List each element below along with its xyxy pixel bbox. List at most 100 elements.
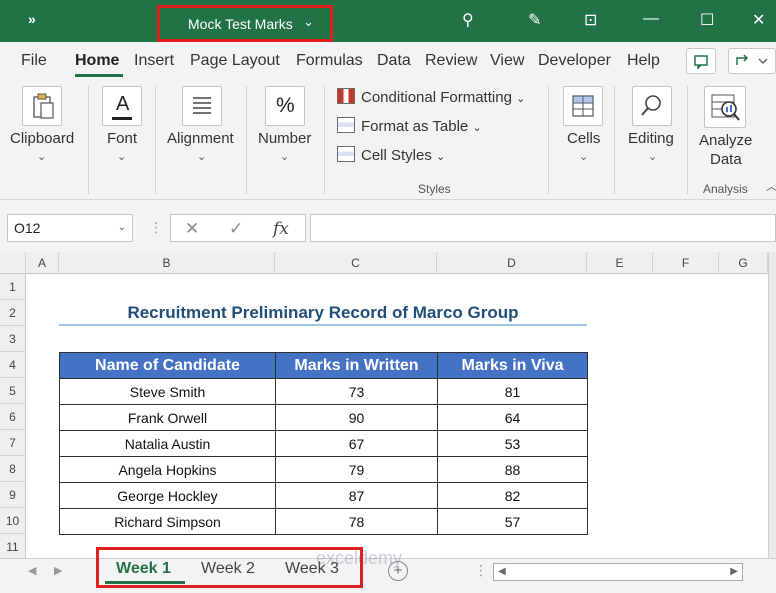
table-cell[interactable]: Richard Simpson xyxy=(59,508,276,535)
table-cell[interactable]: 81 xyxy=(437,378,588,405)
alignment-icon[interactable] xyxy=(182,86,222,126)
collapse-ribbon-icon[interactable]: ︿ xyxy=(766,178,776,194)
column-header[interactable]: B xyxy=(59,252,275,274)
table-cell[interactable]: 87 xyxy=(275,482,438,509)
table-header-cell[interactable]: Marks in Written xyxy=(275,352,438,379)
editing-label[interactable]: Editing xyxy=(628,130,674,147)
tab-review[interactable]: Review xyxy=(425,52,477,70)
table-cell[interactable]: 73 xyxy=(275,378,438,405)
close-icon[interactable]: ✕ xyxy=(752,10,765,30)
confirm-edit-icon[interactable]: ✓ xyxy=(229,219,243,239)
column-header[interactable]: E xyxy=(587,252,653,274)
column-header[interactable]: C xyxy=(275,252,437,274)
tab-data[interactable]: Data xyxy=(377,52,411,70)
alignment-dropdown-icon[interactable]: ⌄ xyxy=(197,150,206,163)
column-header[interactable]: D xyxy=(437,252,587,274)
clipboard-dropdown-icon[interactable]: ⌄ xyxy=(37,150,46,163)
formula-input[interactable] xyxy=(310,214,776,242)
row-header[interactable]: 11 xyxy=(0,534,26,560)
tab-page-layout[interactable]: Page Layout xyxy=(190,52,280,70)
analyze-data-label[interactable]: Analyze xyxy=(699,132,752,149)
scroll-right-icon[interactable]: ▶ xyxy=(730,566,738,577)
font-label[interactable]: Font xyxy=(107,130,137,147)
editing-dropdown-icon[interactable]: ⌄ xyxy=(648,150,657,163)
row-header[interactable]: 9 xyxy=(0,482,26,508)
tab-split-grip-icon[interactable]: ⋮ xyxy=(474,562,488,579)
title-dropdown-icon[interactable]: ⌄ xyxy=(303,14,314,30)
column-header[interactable]: G xyxy=(719,252,768,274)
row-header[interactable]: 10 xyxy=(0,508,26,534)
previous-sheet-icon[interactable]: ◀ xyxy=(28,564,36,577)
table-cell[interactable]: Angela Hopkins xyxy=(59,456,276,483)
cell-styles-button[interactable]: Cell Styles ⌄ xyxy=(337,146,445,164)
table-cell[interactable]: 64 xyxy=(437,404,588,431)
clipboard-label[interactable]: Clipboard xyxy=(10,130,74,147)
editing-icon[interactable] xyxy=(632,86,672,126)
table-cell[interactable]: Steve Smith xyxy=(59,378,276,405)
add-sheet-icon[interactable]: + xyxy=(388,561,408,581)
alignment-label[interactable]: Alignment xyxy=(167,130,234,147)
present-icon[interactable]: ⊡ xyxy=(584,10,597,30)
number-label[interactable]: Number xyxy=(258,130,311,147)
font-dropdown-icon[interactable]: ⌄ xyxy=(117,150,126,163)
scroll-left-icon[interactable]: ◀ xyxy=(498,566,506,577)
table-cell[interactable]: Natalia Austin xyxy=(59,430,276,457)
comments-button[interactable] xyxy=(686,48,716,74)
search-icon[interactable]: ⚲ xyxy=(462,10,474,30)
vertical-scrollbar[interactable] xyxy=(768,252,776,558)
select-all-corner[interactable] xyxy=(0,252,26,274)
sheet-title[interactable]: Recruitment Preliminary Record of Marco … xyxy=(59,300,587,326)
tab-view[interactable]: View xyxy=(490,52,524,70)
tab-developer[interactable]: Developer xyxy=(538,52,611,70)
table-cell[interactable]: 79 xyxy=(275,456,438,483)
number-format-icon[interactable]: % xyxy=(265,86,305,126)
font-icon[interactable]: A xyxy=(102,86,142,126)
table-header-cell[interactable]: Marks in Viva xyxy=(437,352,588,379)
analyze-data-icon[interactable] xyxy=(704,86,746,128)
column-header[interactable]: A xyxy=(26,252,59,274)
insert-function-icon[interactable]: fx xyxy=(273,219,289,239)
tab-formulas[interactable]: Formulas xyxy=(296,52,363,70)
row-header[interactable]: 7 xyxy=(0,430,26,456)
conditional-formatting-button[interactable]: Conditional Formatting ⌄ xyxy=(337,88,525,106)
tab-help[interactable]: Help xyxy=(627,52,660,70)
cells-dropdown-icon[interactable]: ⌄ xyxy=(579,150,588,163)
row-header[interactable]: 8 xyxy=(0,456,26,482)
minimize-icon[interactable]: — xyxy=(643,10,659,28)
cells-icon[interactable] xyxy=(563,86,603,126)
table-cell[interactable]: 57 xyxy=(437,508,588,535)
row-header[interactable]: 5 xyxy=(0,378,26,404)
document-title[interactable]: Mock Test Marks xyxy=(188,16,293,32)
table-cell[interactable]: 82 xyxy=(437,482,588,509)
row-header[interactable]: 6 xyxy=(0,404,26,430)
share-button[interactable] xyxy=(728,48,776,74)
table-cell[interactable]: Frank Orwell xyxy=(59,404,276,431)
table-cell[interactable]: 53 xyxy=(437,430,588,457)
next-sheet-icon[interactable]: ▶ xyxy=(54,564,62,577)
table-cell[interactable]: 90 xyxy=(275,404,438,431)
clipboard-icon[interactable] xyxy=(22,86,62,126)
column-header[interactable]: F xyxy=(653,252,719,274)
horizontal-scrollbar[interactable]: ◀ ▶ xyxy=(493,563,743,581)
name-box[interactable]: O12 ⌄ xyxy=(7,214,133,242)
table-cell[interactable]: 67 xyxy=(275,430,438,457)
table-header-cell[interactable]: Name of Candidate xyxy=(59,352,276,379)
cancel-edit-icon[interactable]: ✕ xyxy=(185,219,199,239)
number-dropdown-icon[interactable]: ⌄ xyxy=(280,150,289,163)
chevron-down-icon[interactable]: ⌄ xyxy=(118,222,126,233)
pen-icon[interactable]: ✎ xyxy=(528,10,541,30)
cells-label[interactable]: Cells xyxy=(567,130,600,147)
row-header[interactable]: 4 xyxy=(0,352,26,378)
tab-home[interactable]: Home xyxy=(75,52,119,70)
table-cell[interactable]: 78 xyxy=(275,508,438,535)
table-cell[interactable]: 88 xyxy=(437,456,588,483)
tab-insert[interactable]: Insert xyxy=(134,52,174,70)
row-header[interactable]: 1 xyxy=(0,274,26,300)
table-cell[interactable]: George Hockley xyxy=(59,482,276,509)
analyze-data-label-line2[interactable]: Data xyxy=(710,151,742,168)
tab-file[interactable]: File xyxy=(21,52,47,70)
quick-access-toolbar-button[interactable]: » xyxy=(28,11,36,27)
row-header[interactable]: 3 xyxy=(0,326,26,352)
format-as-table-button[interactable]: Format as Table ⌄ xyxy=(337,117,482,135)
maximize-icon[interactable]: ☐ xyxy=(700,10,714,30)
